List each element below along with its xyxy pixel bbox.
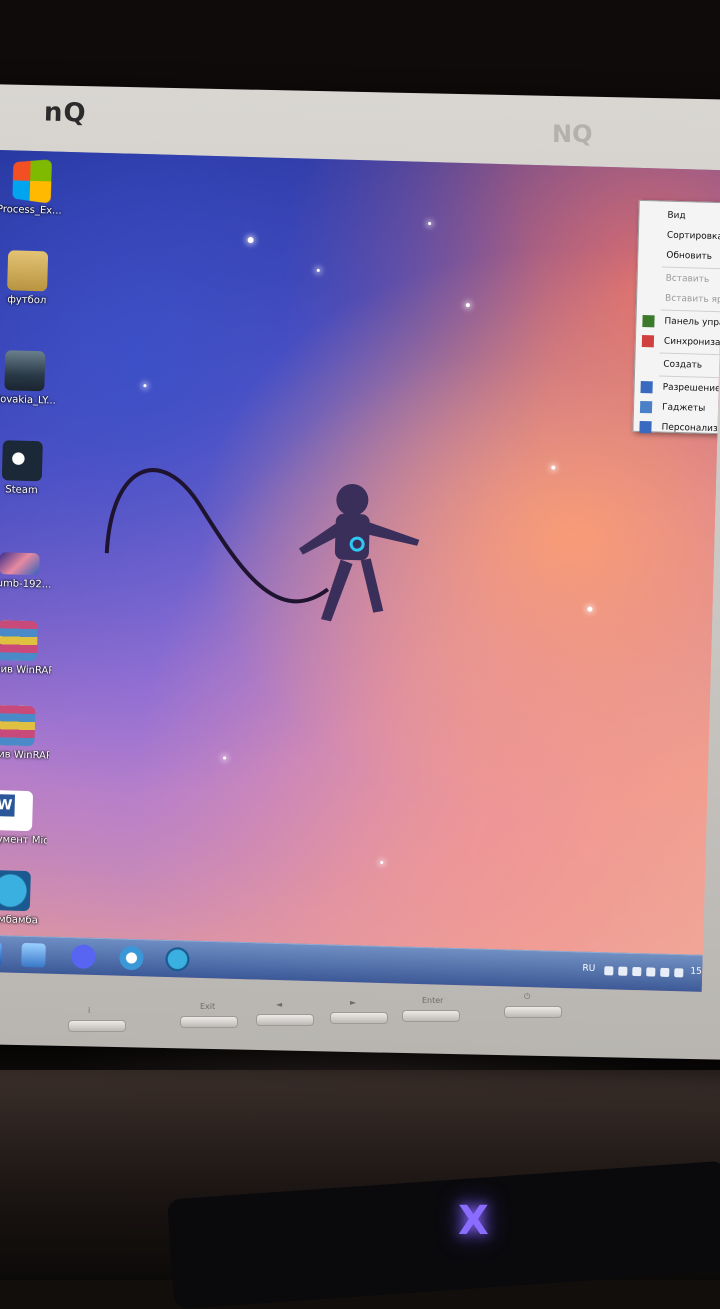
folder-icon: [7, 250, 49, 292]
desktop-icon-process-explorer[interactable]: Process_Ex...: [0, 159, 66, 218]
context-menu-item-label: Создать: [663, 359, 703, 371]
star: [316, 268, 320, 272]
winrar-icon: [0, 705, 36, 747]
flag-icon[interactable]: [660, 967, 670, 978]
context-menu-item-label: Разрешение экрана: [662, 382, 720, 396]
window-icon: [21, 942, 46, 968]
monitor-brand-logo: nQ: [43, 97, 88, 129]
personalize-icon: [639, 420, 652, 434]
desktop-icon-football-folder[interactable]: футбол: [0, 250, 63, 308]
star: [143, 384, 147, 388]
monitor-button-label: ►: [350, 998, 357, 1007]
display-icon: [640, 380, 653, 394]
taskbar-window-app-button[interactable]: [13, 941, 54, 970]
context-menu-item[interactable]: Вставить ярлык: [637, 288, 720, 311]
sync-icon: [641, 335, 655, 348]
monitor-button-label: ◄: [276, 1000, 283, 1009]
desktop-icon-zhembamba[interactable]: Жембамба: [0, 870, 46, 928]
desktop-icon-steam[interactable]: Steam: [0, 440, 58, 498]
taskbar-start-button[interactable]: [0, 939, 10, 968]
desktop-screen[interactable]: Process_Ex... футбол slovakia_LY... Steam th…: [0, 150, 720, 992]
desktop-icon-label: Steam: [5, 484, 38, 497]
browser-icon: [119, 945, 144, 971]
desktop-icon-label: slovakia_LY...: [0, 393, 57, 407]
context-menu-item[interactable]: Обновить: [638, 245, 720, 268]
desktop-icon-label: Документ Microso...: [0, 833, 47, 848]
star: [428, 221, 432, 226]
desktop-icon-label: Жембамба: [0, 913, 38, 927]
desktop-icon-archive-winrar[interactable]: Архив WinRAR: [0, 705, 50, 763]
nvidia-icon: [642, 315, 655, 328]
context-menu-item-label: Панель управления: [664, 316, 720, 330]
winrar-icon: [0, 620, 38, 662]
monitor-model-logo: NQ: [552, 120, 593, 148]
context-menu-item[interactable]: Персонализация: [633, 417, 720, 440]
desktop-context-menu[interactable]: Вид Сортировка Обновить Вставить Вставить яр…: [632, 199, 720, 435]
context-menu-item-label: Сортировка: [666, 230, 720, 243]
monitor-button-label: i: [88, 1006, 91, 1015]
context-menu-item[interactable]: Синхронизация: [636, 331, 720, 354]
star: [380, 860, 384, 864]
desktop-icon-thumb-image[interactable]: thumb-192...: [0, 540, 55, 592]
context-menu-item-label: Персонализация: [661, 422, 720, 435]
monitor-hardware-button[interactable]: [330, 1012, 388, 1024]
desktop-icon-word-document[interactable]: Документ Microso...: [0, 790, 48, 848]
desktop-icon-slovakia-file[interactable]: slovakia_LY...: [0, 350, 60, 408]
steam-icon: [1, 440, 43, 482]
context-menu-item-label: Вставить: [665, 273, 710, 285]
monitor-button-label: ⏻: [524, 992, 531, 1001]
keyboard-x-logo: X: [458, 1198, 489, 1244]
astronaut-figure: [298, 483, 420, 622]
desktop-icon-archive-winrar-2[interactable]: Архив WinRAR (2): [0, 620, 53, 678]
sync-tray-icon[interactable]: [646, 967, 656, 977]
star: [465, 303, 470, 308]
monitor-button-label: Enter: [422, 996, 444, 1005]
monitor-hardware-button[interactable]: [68, 1020, 126, 1032]
volume-icon[interactable]: [632, 966, 642, 977]
star: [551, 465, 556, 470]
star: [587, 606, 593, 612]
language-indicator[interactable]: RU: [582, 964, 595, 974]
desktop-icon-label: thumb-192...: [0, 577, 52, 591]
gadgets-icon: [639, 400, 653, 414]
update-icon[interactable]: [674, 968, 684, 978]
game-icon: [0, 870, 31, 912]
desktop-icon-label: Архив WinRAR (2): [0, 663, 52, 678]
star: [223, 756, 227, 760]
monitor-hardware-button[interactable]: [504, 1006, 562, 1018]
context-menu-item-label: Синхронизация: [663, 336, 720, 349]
monitor-hardware-button[interactable]: [402, 1010, 460, 1022]
pen-icon[interactable]: [604, 966, 614, 976]
context-menu-item-label: Обновить: [666, 250, 713, 262]
clock[interactable]: 15: [690, 967, 702, 977]
discord-icon: [71, 944, 96, 969]
start-orb-icon: [0, 941, 2, 967]
image-icon: [0, 552, 40, 576]
taskbar-discord-button[interactable]: [63, 942, 104, 971]
network-icon[interactable]: [618, 966, 628, 976]
word-icon: [0, 790, 34, 832]
system-tray: RU 15: [572, 952, 703, 992]
desktop-icon-label: Архив WinRAR: [0, 748, 50, 762]
taskbar-browser-button[interactable]: [111, 943, 152, 972]
context-menu-item-label: Гаджеты: [661, 402, 706, 414]
context-menu-item-label: Вид: [667, 210, 686, 222]
context-menu-item[interactable]: Создать: [635, 354, 720, 377]
photo-icon: [4, 350, 46, 392]
context-menu-item-label: Вставить ярлык: [664, 293, 720, 306]
astronaut-wallpaper-art: [104, 468, 420, 622]
windows-logo-icon: [12, 159, 52, 204]
tether-cable: [104, 468, 330, 604]
game-icon: [165, 946, 190, 972]
monitor-hardware-button[interactable]: [180, 1016, 238, 1028]
desktop-icon-label: футбол: [7, 294, 47, 307]
monitor-hardware-button[interactable]: [256, 1014, 314, 1026]
taskbar-game-button[interactable]: [157, 945, 198, 974]
monitor-button-label: Exit: [200, 1002, 216, 1011]
star: [247, 236, 254, 244]
desktop-icon-label: Process_Ex...: [0, 203, 62, 217]
